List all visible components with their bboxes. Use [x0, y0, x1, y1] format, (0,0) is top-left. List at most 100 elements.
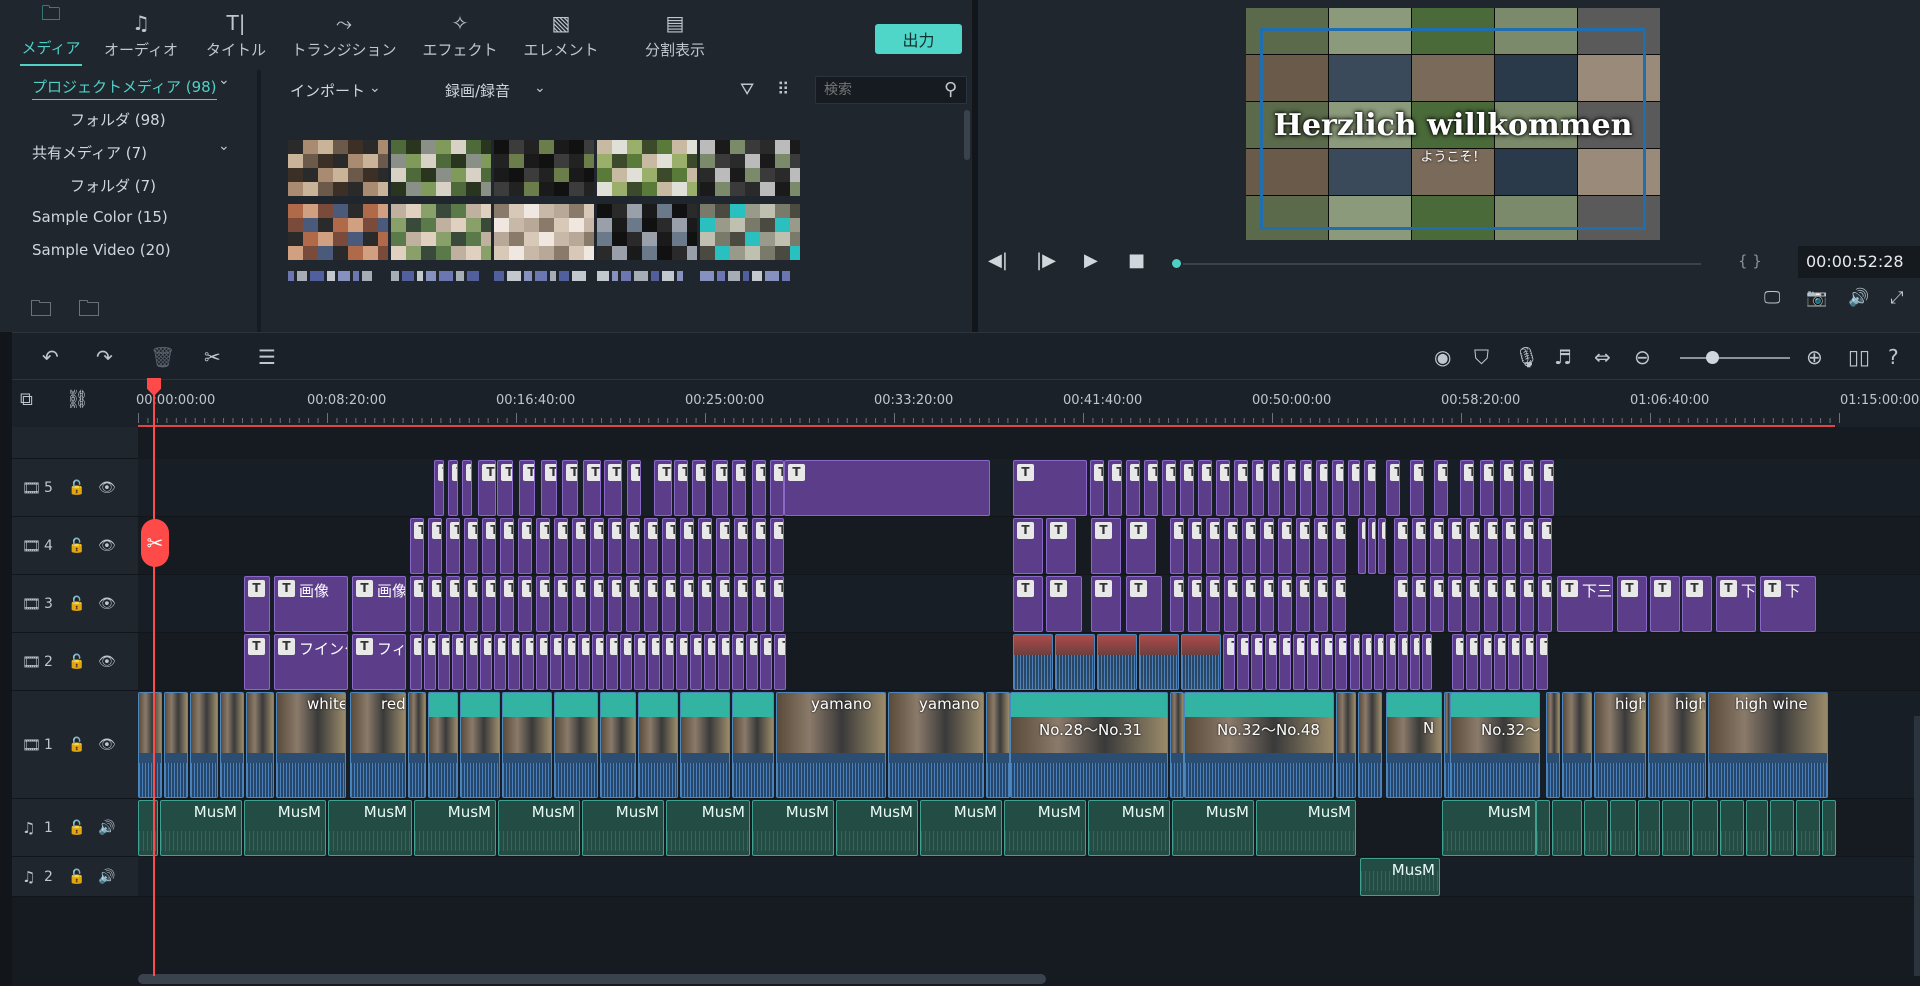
title-clip[interactable]: T — [1046, 518, 1076, 574]
title-clip[interactable]: T — [578, 634, 590, 690]
title-clip[interactable]: T — [1484, 576, 1498, 632]
title-clip[interactable]: T — [732, 460, 746, 516]
title-clip[interactable]: T — [550, 634, 562, 690]
media-thumbnail[interactable] — [391, 204, 491, 260]
marker-icon[interactable]: ⛉ — [1474, 345, 1489, 369]
title-clip[interactable]: T 下三 — [1557, 576, 1613, 632]
title-clip[interactable]: T — [572, 518, 586, 574]
title-clip[interactable]: T — [244, 634, 270, 690]
audio-clip[interactable] — [1662, 800, 1690, 856]
tab-transition[interactable]: ⤳ トランジション — [280, 0, 408, 66]
title-clip[interactable]: T — [1434, 460, 1448, 516]
title-clip[interactable]: T — [1538, 576, 1552, 632]
lock-icon[interactable]: 🔓 — [68, 538, 85, 554]
title-clip[interactable]: T — [1466, 634, 1478, 690]
title-clip[interactable]: T — [1268, 460, 1280, 516]
title-clip[interactable]: T — [626, 576, 640, 632]
title-clip[interactable]: T — [1126, 518, 1156, 574]
title-clip[interactable]: T — [662, 634, 674, 690]
add-track-icon[interactable]: ⧉ — [20, 389, 33, 410]
fit-timeline-icon[interactable]: ⇔ — [1594, 345, 1611, 369]
video-clip[interactable] — [554, 692, 598, 798]
title-clip[interactable]: T — [1170, 576, 1184, 632]
title-clip[interactable]: T — [1398, 634, 1408, 690]
title-clip[interactable]: T — [626, 518, 640, 574]
title-clip[interactable]: T — [1296, 576, 1310, 632]
media-thumbnail[interactable] — [597, 140, 697, 196]
title-clip[interactable]: T — [1013, 460, 1087, 516]
title-clip[interactable]: T — [464, 518, 478, 574]
title-clip[interactable]: T — [554, 576, 568, 632]
audio-clip[interactable]: MusM — [1360, 858, 1440, 896]
video-clip[interactable]: high — [1594, 692, 1646, 798]
video-clip[interactable]: N — [1386, 692, 1442, 798]
title-clip[interactable]: T — [244, 576, 270, 632]
title-clip[interactable]: T — [760, 634, 772, 690]
new-folder-icon[interactable]: 🗀 — [30, 292, 52, 330]
title-clip[interactable]: T — [1520, 576, 1534, 632]
video-clip[interactable] — [1013, 634, 1053, 690]
title-clip[interactable]: T — [606, 634, 618, 690]
chevron-down-icon[interactable]: ⌄ — [218, 138, 230, 154]
title-clip[interactable]: T — [1284, 460, 1296, 516]
audio-clip[interactable]: MusM — [1256, 800, 1356, 856]
audio-clip[interactable] — [1822, 800, 1836, 856]
title-clip[interactable]: T — [1314, 576, 1328, 632]
title-clip[interactable]: T — [1170, 518, 1184, 574]
video-clip[interactable]: high — [1648, 692, 1706, 798]
video-clip[interactable]: white — [276, 692, 346, 798]
video-clip[interactable] — [638, 692, 678, 798]
title-clip[interactable]: T — [1293, 634, 1305, 690]
title-clip[interactable]: T — [1480, 634, 1492, 690]
audio-clip[interactable]: MusM — [752, 800, 834, 856]
video-clip[interactable]: No.28～No.31 — [1010, 692, 1168, 798]
title-clip[interactable]: T — [1300, 460, 1312, 516]
chevron-down-icon[interactable]: ⌄ — [369, 80, 381, 96]
title-clip[interactable]: T — [648, 634, 660, 690]
audio-clip[interactable]: MusM — [920, 800, 1002, 856]
title-clip[interactable]: T — [1430, 518, 1444, 574]
audio-clip[interactable]: MusM — [244, 800, 326, 856]
title-clip[interactable]: T — [716, 518, 730, 574]
title-clip[interactable]: T — [438, 634, 450, 690]
media-tree-item[interactable]: Sample Color (15) — [32, 208, 168, 226]
title-clip[interactable]: T — [1386, 460, 1400, 516]
title-clip[interactable]: T — [1452, 634, 1464, 690]
title-clip[interactable]: T — [1223, 634, 1235, 690]
title-clip[interactable]: T — [662, 576, 676, 632]
title-clip[interactable]: T下 — [1760, 576, 1816, 632]
media-tree-item[interactable]: プロジェクトメディア (98) — [32, 76, 217, 100]
title-clip[interactable]: T — [1278, 576, 1292, 632]
title-clip[interactable]: T — [1234, 460, 1248, 516]
title-clip[interactable]: T — [674, 460, 688, 516]
video-clip[interactable]: yamano — [888, 692, 984, 798]
title-clip[interactable]: T — [434, 460, 444, 516]
video-clip[interactable] — [460, 692, 500, 798]
title-clip[interactable]: T — [676, 634, 688, 690]
title-clip[interactable]: T — [1394, 518, 1408, 574]
audio-clip[interactable]: MusM — [1172, 800, 1254, 856]
media-thumbnail[interactable] — [494, 140, 594, 196]
title-clip[interactable]: T — [746, 634, 758, 690]
title-clip[interactable]: T — [1448, 518, 1462, 574]
timeline-ruler[interactable]: ⧉ ⛓ 00:00:00:00 00:08:20:00 00:16:40:00 00:… — [12, 381, 1920, 425]
video-clip[interactable] — [502, 692, 552, 798]
tab-music-note[interactable]: ♫ オーディオ — [90, 0, 192, 66]
title-clip[interactable]: T — [590, 576, 604, 632]
zoom-slider-knob[interactable] — [1706, 351, 1719, 364]
title-clip[interactable]: T — [1265, 634, 1277, 690]
media-thumbnail[interactable] — [494, 204, 594, 260]
speaker-icon[interactable]: 🔊 — [98, 869, 115, 885]
title-clip[interactable]: T — [1500, 460, 1514, 516]
stop-icon[interactable]: ■ — [1128, 250, 1145, 271]
title-clip[interactable]: T — [583, 460, 601, 516]
audio-clip[interactable]: MusM — [498, 800, 580, 856]
title-clip[interactable]: T — [690, 634, 702, 690]
title-clip[interactable]: T — [1242, 518, 1256, 574]
eye-icon[interactable]: 👁 — [98, 737, 116, 753]
title-clip[interactable]: T — [592, 634, 604, 690]
video-clip[interactable] — [1181, 634, 1221, 690]
title-clip[interactable]: T — [1091, 518, 1121, 574]
title-clip[interactable]: T — [1460, 460, 1474, 516]
title-clip[interactable]: T — [1206, 576, 1220, 632]
